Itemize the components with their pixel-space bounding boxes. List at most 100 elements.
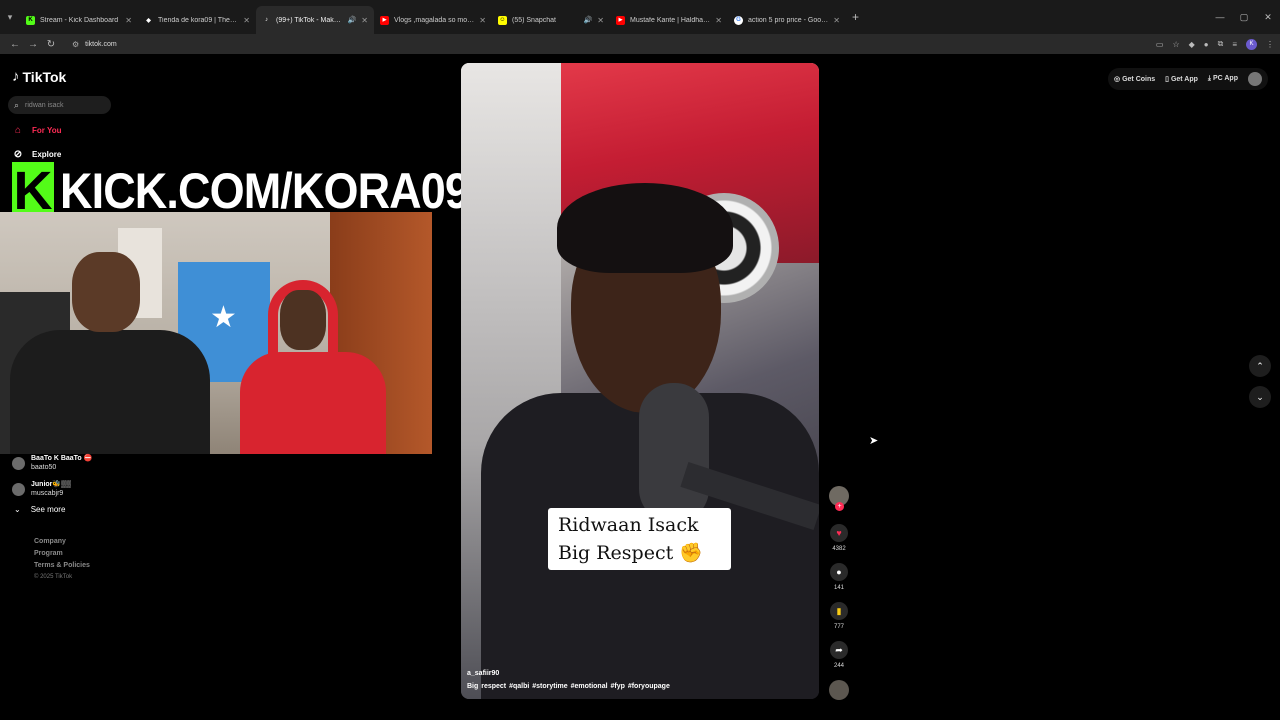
nav-explore[interactable]: ⊘ Explore	[12, 148, 62, 160]
user-avatar[interactable]	[1248, 72, 1262, 86]
next-video-button[interactable]: ⌄	[1249, 386, 1271, 408]
share-count: 244	[833, 663, 844, 669]
tab-6[interactable]: G action 5 pro price - Google Sea ✕	[728, 6, 846, 34]
follow-plus-icon[interactable]: +	[835, 502, 844, 511]
store-favicon-icon: ◆	[146, 17, 151, 24]
video-player[interactable]: Ridwaan Isack Big Respect ✊ a_safiir90 B…	[461, 63, 819, 699]
mouse-cursor-icon: ➤	[869, 435, 879, 447]
see-more-label: See more	[30, 505, 66, 514]
following-item[interactable]: Junior🐝▒▒ muscabjr9	[12, 480, 71, 498]
close-tab-icon[interactable]: ✕	[833, 16, 840, 25]
tiktok-page: ♪ TikTok ⌕ ridwan isack ⌂ For You ⊘ Expl…	[0, 54, 1280, 720]
url-text: tiktok.com	[85, 40, 117, 48]
tab-title: (99+) TikTok - Make Your Da	[276, 16, 343, 24]
like-button[interactable]: ♥ 4382	[829, 524, 849, 552]
terms-link[interactable]: Terms & Policies	[34, 562, 90, 569]
new-tab-button[interactable]: +	[852, 10, 859, 24]
music-disc-icon[interactable]	[829, 680, 849, 700]
tab-0[interactable]: K Stream - Kick Dashboard ✕	[20, 6, 138, 34]
tab-title: (55) Snapchat	[512, 16, 556, 24]
avatar	[12, 482, 25, 496]
extension-icon[interactable]: ●	[1204, 40, 1209, 49]
tab-title: Tienda de kora09 | The best Ch	[158, 16, 238, 24]
site-info-icon[interactable]: ⚙	[72, 40, 79, 49]
close-tab-icon[interactable]: ✕	[125, 16, 132, 25]
like-count: 4382	[832, 546, 846, 552]
toolbar-icons: ▭ ☆ ◆ ● ⧉ ≡ K ⋮	[1156, 34, 1274, 54]
tiktok-logo[interactable]: ♪ TikTok	[12, 68, 66, 85]
youtube-favicon-icon: ▶	[380, 15, 389, 25]
program-link[interactable]: Program	[34, 550, 90, 557]
url-field[interactable]: ⚙ tiktok.com	[64, 36, 1164, 52]
tab-3[interactable]: ▶ Vlogs ,magalada so moto 🚗 ✕	[374, 6, 492, 34]
close-window-icon[interactable]: ✕	[1256, 0, 1280, 34]
see-more-button[interactable]: ⌄ See more	[14, 505, 65, 514]
get-app-button[interactable]: ▯ Get App	[1165, 75, 1198, 83]
username: muscabjr9	[31, 490, 64, 497]
reload-icon[interactable]: ↻	[42, 39, 60, 50]
nav-label: Explore	[32, 149, 62, 159]
get-app-label: Get App	[1170, 76, 1198, 83]
kebab-menu-icon[interactable]: ⋮	[1266, 40, 1274, 49]
share-arrow-icon: ➦	[830, 641, 848, 659]
tab-5[interactable]: ▶ Mustafe Kante | Haldhaa Duma ✕	[610, 6, 728, 34]
microphone	[639, 383, 709, 523]
extensions-puzzle-icon[interactable]: ⧉	[1218, 39, 1224, 49]
bookmark-star-icon[interactable]: ☆	[1172, 40, 1179, 49]
snapchat-favicon-icon: ☺	[498, 15, 507, 25]
close-tab-icon[interactable]: ✕	[361, 16, 368, 25]
close-tab-icon[interactable]: ✕	[715, 16, 722, 25]
streamer-person	[10, 252, 210, 454]
video-description[interactable]: Big respect #qalbi #storytime #emotional…	[467, 683, 670, 690]
youtube-favicon-icon: ▶	[616, 15, 625, 25]
head	[72, 252, 140, 332]
speaker-icon[interactable]: 🔊	[348, 16, 357, 24]
copyright: © 2025 TikTok	[34, 574, 73, 580]
share-button[interactable]: ➦ 244	[829, 641, 849, 669]
forward-icon[interactable]: →	[24, 39, 42, 50]
window-controls: — ▢ ✕	[1208, 0, 1280, 34]
tab-search-icon[interactable]: ▾	[0, 0, 20, 34]
guest-person	[240, 280, 386, 454]
back-icon[interactable]: ←	[6, 39, 24, 50]
tiktok-note-icon: ♪	[12, 68, 20, 85]
tab-title: Stream - Kick Dashboard	[40, 16, 119, 24]
tab-groups-icon[interactable]: ≡	[1232, 40, 1237, 49]
save-button[interactable]: ▮ 777	[829, 602, 849, 630]
address-bar-row: ← → ↻ ⚙ tiktok.com	[0, 34, 1280, 54]
hoodie	[240, 352, 386, 454]
chevron-down-icon: ⌄	[1256, 391, 1264, 402]
home-icon: ⌂	[14, 124, 22, 136]
nickname: Junior🐝▒▒	[31, 481, 72, 488]
pc-app-button[interactable]: ⤓ PC App	[1208, 75, 1238, 83]
head	[280, 290, 326, 350]
tab-4[interactable]: ☺ (55) Snapchat 🔊 ✕	[492, 6, 610, 34]
nickname: BaaTo K BaaTo ⛔	[31, 455, 93, 462]
caption-line-1: Ridwaan Isack	[558, 514, 699, 536]
tiktok-wordmark: TikTok	[22, 68, 67, 85]
tab-2[interactable]: ♪ (99+) TikTok - Make Your Da 🔊 ✕	[256, 6, 374, 34]
tab-title: Vlogs ,magalada so moto 🚗	[394, 17, 474, 24]
previous-video-button[interactable]: ⌃	[1249, 355, 1271, 377]
profile-avatar[interactable]: K	[1246, 38, 1257, 50]
close-tab-icon[interactable]: ✕	[243, 16, 250, 25]
comment-button[interactable]: ● 141	[829, 563, 849, 591]
minimize-icon[interactable]: —	[1208, 0, 1232, 34]
cast-icon[interactable]: ▭	[1156, 40, 1164, 49]
compass-icon: ⊘	[13, 148, 23, 160]
avatar	[12, 456, 25, 470]
tab-title: action 5 pro price - Google Sea	[748, 16, 829, 24]
extension-diamond-icon[interactable]: ◆	[1189, 40, 1195, 49]
speaker-icon[interactable]: 🔊	[584, 16, 593, 24]
get-coins-button[interactable]: ◎ Get Coins	[1114, 75, 1155, 83]
save-count: 777	[833, 624, 844, 630]
close-tab-icon[interactable]: ✕	[597, 16, 604, 25]
video-author[interactable]: a_safiir90	[467, 670, 499, 677]
close-tab-icon[interactable]: ✕	[479, 16, 486, 25]
tab-1[interactable]: ◆ Tienda de kora09 | The best Ch ✕	[138, 6, 256, 34]
nav-for-you[interactable]: ⌂ For You	[12, 124, 62, 136]
maximize-icon[interactable]: ▢	[1232, 0, 1256, 34]
company-link[interactable]: Company	[34, 538, 90, 545]
search-input[interactable]: ⌕ ridwan isack	[8, 96, 111, 114]
following-item[interactable]: BaaTo K BaaTo ⛔ baato50	[12, 454, 92, 472]
